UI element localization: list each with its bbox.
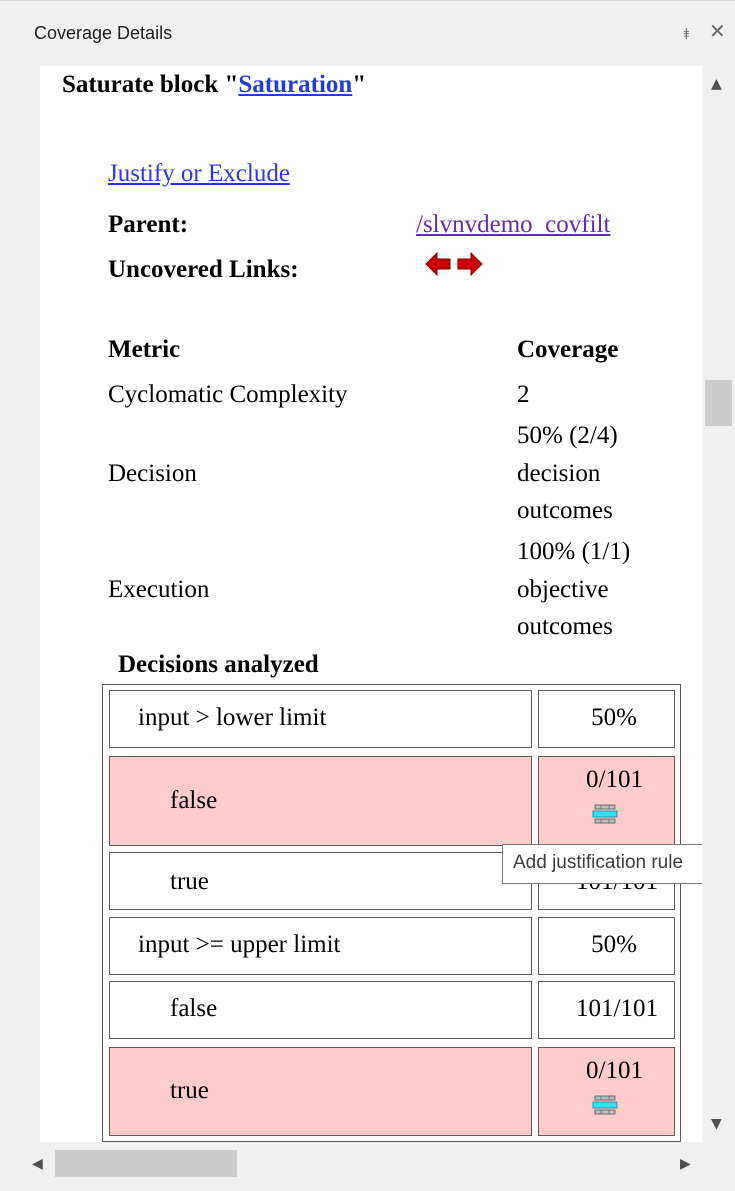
metric-coverage-line: outcomes	[517, 613, 613, 640]
metric-coverage-line: 100% (1/1)	[517, 538, 631, 565]
metric-coverage-line: objective	[517, 576, 609, 603]
decision-label: false	[170, 787, 218, 814]
saturation-link[interactable]: Saturation	[238, 71, 352, 98]
add-justification-rule-icon[interactable]	[592, 1095, 618, 1117]
metric-header: Metric	[108, 336, 181, 363]
arrow-left-icon[interactable]	[425, 251, 451, 277]
metric-name: Decision	[108, 460, 197, 487]
decision-label: input >= upper limit	[138, 931, 341, 958]
decision-label: true	[170, 868, 209, 895]
scrollbar-corner	[702, 1142, 735, 1191]
parent-label: Parent:	[108, 211, 189, 238]
decision-value: 50%	[591, 931, 637, 958]
decision-cell: false	[109, 756, 532, 846]
metric-coverage-line: 50% (2/4)	[517, 422, 618, 449]
arrow-right-icon[interactable]	[457, 251, 483, 277]
block-title-suffix: "	[352, 71, 367, 98]
coverage-header: Coverage	[517, 336, 619, 363]
metric-coverage-line: 2	[517, 381, 530, 408]
close-icon[interactable]: ✕	[709, 19, 726, 43]
horizontal-scroll-thumb[interactable]	[55, 1150, 237, 1177]
decisions-analyzed-title: Decisions analyzed	[118, 651, 319, 678]
coverage-details-content: Saturate block "Saturation" Justify or E…	[40, 66, 702, 1142]
decision-label: false	[170, 995, 218, 1022]
add-justification-rule-icon[interactable]	[592, 804, 618, 826]
scroll-down-arrow-icon[interactable]: ▼	[711, 1116, 722, 1132]
decision-value-cell: 50%	[538, 917, 675, 975]
decision-value-cell: 50%	[538, 690, 675, 748]
vertical-scroll-thumb[interactable]	[705, 380, 732, 426]
tooltip-add-justification-rule: Add justification rule	[502, 844, 735, 884]
justify-or-exclude-link[interactable]: Justify or Exclude	[108, 160, 290, 188]
pin-icon[interactable]: ⯒	[683, 22, 690, 46]
decisions-table: input > lower limit 50% false 0/101 true…	[102, 684, 681, 1142]
metric-name: Execution	[108, 576, 210, 603]
decision-cell: input >= upper limit	[109, 917, 532, 975]
uncovered-links-arrows	[425, 251, 483, 277]
decision-label: input > lower limit	[138, 704, 327, 731]
decision-value: 0/101	[586, 1057, 643, 1084]
metric-name: Cyclomatic Complexity	[108, 381, 348, 408]
panel-header: Coverage Details ⯒ ✕	[0, 0, 735, 66]
decision-value-cell: 0/101	[538, 756, 675, 846]
scroll-up-arrow-icon[interactable]: ▲	[711, 76, 722, 92]
decision-value: 50%	[591, 704, 637, 731]
panel-title: Coverage Details	[34, 23, 173, 43]
parent-link[interactable]: /slvnvdemo_covfilt	[416, 211, 610, 239]
metric-coverage-line: outcomes	[517, 497, 613, 524]
metric-coverage-line: decision	[517, 460, 601, 487]
block-title-prefix: Saturate block "	[62, 71, 239, 98]
decision-value-cell: 101/101	[538, 981, 675, 1039]
scroll-right-arrow-icon[interactable]: ▶	[680, 1156, 691, 1172]
block-title: Saturate block "Saturation"	[62, 71, 366, 99]
decision-cell: false	[109, 981, 532, 1039]
decision-cell: input > lower limit	[109, 690, 532, 748]
decision-label: true	[170, 1077, 209, 1104]
scroll-left-arrow-icon[interactable]: ◀	[32, 1156, 43, 1172]
decision-value: 101/101	[576, 995, 658, 1022]
decision-value-cell: 0/101	[538, 1047, 675, 1136]
decision-cell: true	[109, 852, 532, 910]
decision-value: 0/101	[586, 766, 643, 793]
vertical-scrollbar[interactable]	[702, 66, 735, 1142]
decision-cell: true	[109, 1047, 532, 1136]
uncovered-links-label: Uncovered Links:	[108, 256, 299, 283]
